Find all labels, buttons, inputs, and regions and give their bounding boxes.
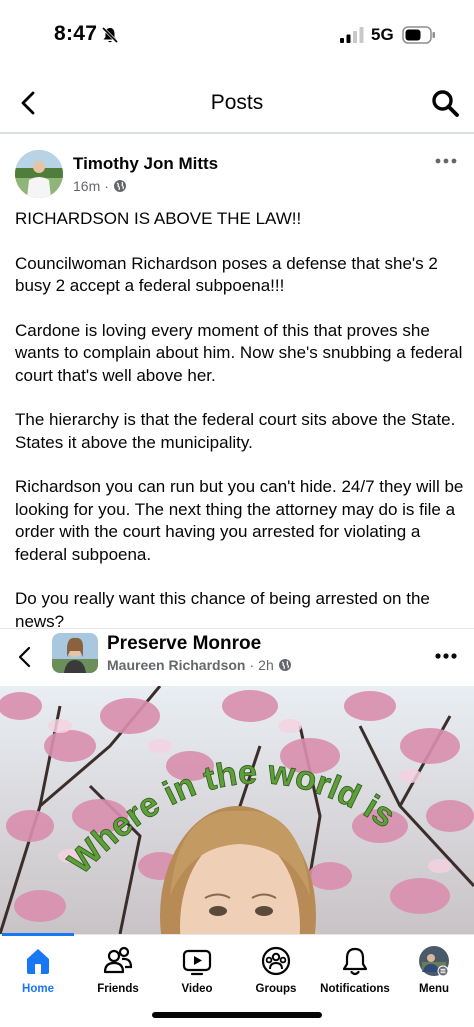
status-bar: 8:47 5G — [0, 0, 474, 72]
meta-separator: · — [249, 657, 255, 673]
author-avatar[interactable] — [15, 150, 63, 198]
tab-groups[interactable]: Groups — [236, 945, 316, 995]
bell-slash-icon — [101, 26, 119, 44]
post-paragraph: Councilwoman Richardson poses a defense … — [15, 253, 438, 296]
tab-label: Notifications — [320, 983, 390, 995]
post-paragraph: RICHARDSON IS ABOVE THE LAW!! — [15, 209, 302, 228]
groups-icon — [261, 946, 291, 976]
home-icon — [27, 949, 49, 974]
tab-label: Menu — [418, 983, 450, 995]
tab-label: Home — [22, 983, 54, 995]
shared-author-name[interactable]: Maureen Richardson — [107, 657, 245, 673]
tab-menu[interactable]: Menu — [394, 945, 474, 995]
tab-label: Video — [181, 983, 213, 995]
post-paragraph: The hierarchy is that the federal court … — [15, 410, 456, 452]
nav-header: Posts — [0, 72, 474, 134]
post-paragraph: Richardson you can run but you can't hid… — [15, 477, 464, 564]
more-options-icon[interactable] — [434, 156, 458, 166]
tab-friends[interactable]: Friends — [78, 945, 158, 995]
post-time[interactable]: 16m — [73, 178, 100, 194]
status-time: 8:47 — [54, 22, 98, 45]
post-author-name[interactable]: Timothy Jon Mitts — [73, 154, 218, 174]
more-options-icon[interactable] — [434, 651, 458, 661]
post-paragraph: Cardone is loving every moment of this t… — [15, 320, 463, 385]
video-icon — [182, 949, 212, 976]
page-title: Posts — [210, 91, 264, 114]
post-paragraph: Do you really want this chance of being … — [15, 589, 430, 631]
battery-icon — [402, 26, 435, 44]
shared-group-name[interactable]: Preserve Monroe — [107, 633, 261, 655]
bell-icon — [342, 947, 368, 976]
home-indicator — [152, 1012, 322, 1018]
active-tab-indicator — [2, 933, 74, 936]
globe-icon — [278, 659, 291, 671]
friends-icon — [103, 946, 133, 974]
tab-label: Friends — [97, 983, 139, 995]
profile-menu-icon — [419, 946, 449, 977]
meta-separator: · — [104, 178, 109, 194]
tab-home[interactable]: Home — [0, 945, 78, 995]
signal-icon — [340, 27, 364, 43]
network-type: 5G — [371, 25, 394, 44]
bottom-tab-bar: Home Friends Video Groups Notifications … — [0, 933, 474, 1027]
post-text: RICHARDSON IS ABOVE THE LAW!! Councilwom… — [15, 208, 465, 655]
tab-notifications[interactable]: Notifications — [315, 945, 395, 995]
shared-post-image[interactable]: Where in the world is — [0, 686, 474, 934]
post-header: Timothy Jon Mitts 16m · — [0, 148, 474, 204]
globe-icon — [113, 180, 126, 192]
search-icon[interactable] — [430, 88, 460, 118]
shared-post-header[interactable]: Preserve Monroe Maureen Richardson · 2h — [0, 628, 474, 686]
group-avatar[interactable] — [52, 633, 98, 673]
post-meta: 16m · — [73, 178, 127, 194]
shared-post-meta: Maureen Richardson · 2h — [107, 657, 292, 673]
tab-label: Groups — [255, 983, 297, 995]
shared-post-time[interactable]: 2h — [258, 657, 274, 673]
tab-video[interactable]: Video — [157, 945, 237, 995]
back-chevron-icon[interactable] — [16, 645, 34, 669]
